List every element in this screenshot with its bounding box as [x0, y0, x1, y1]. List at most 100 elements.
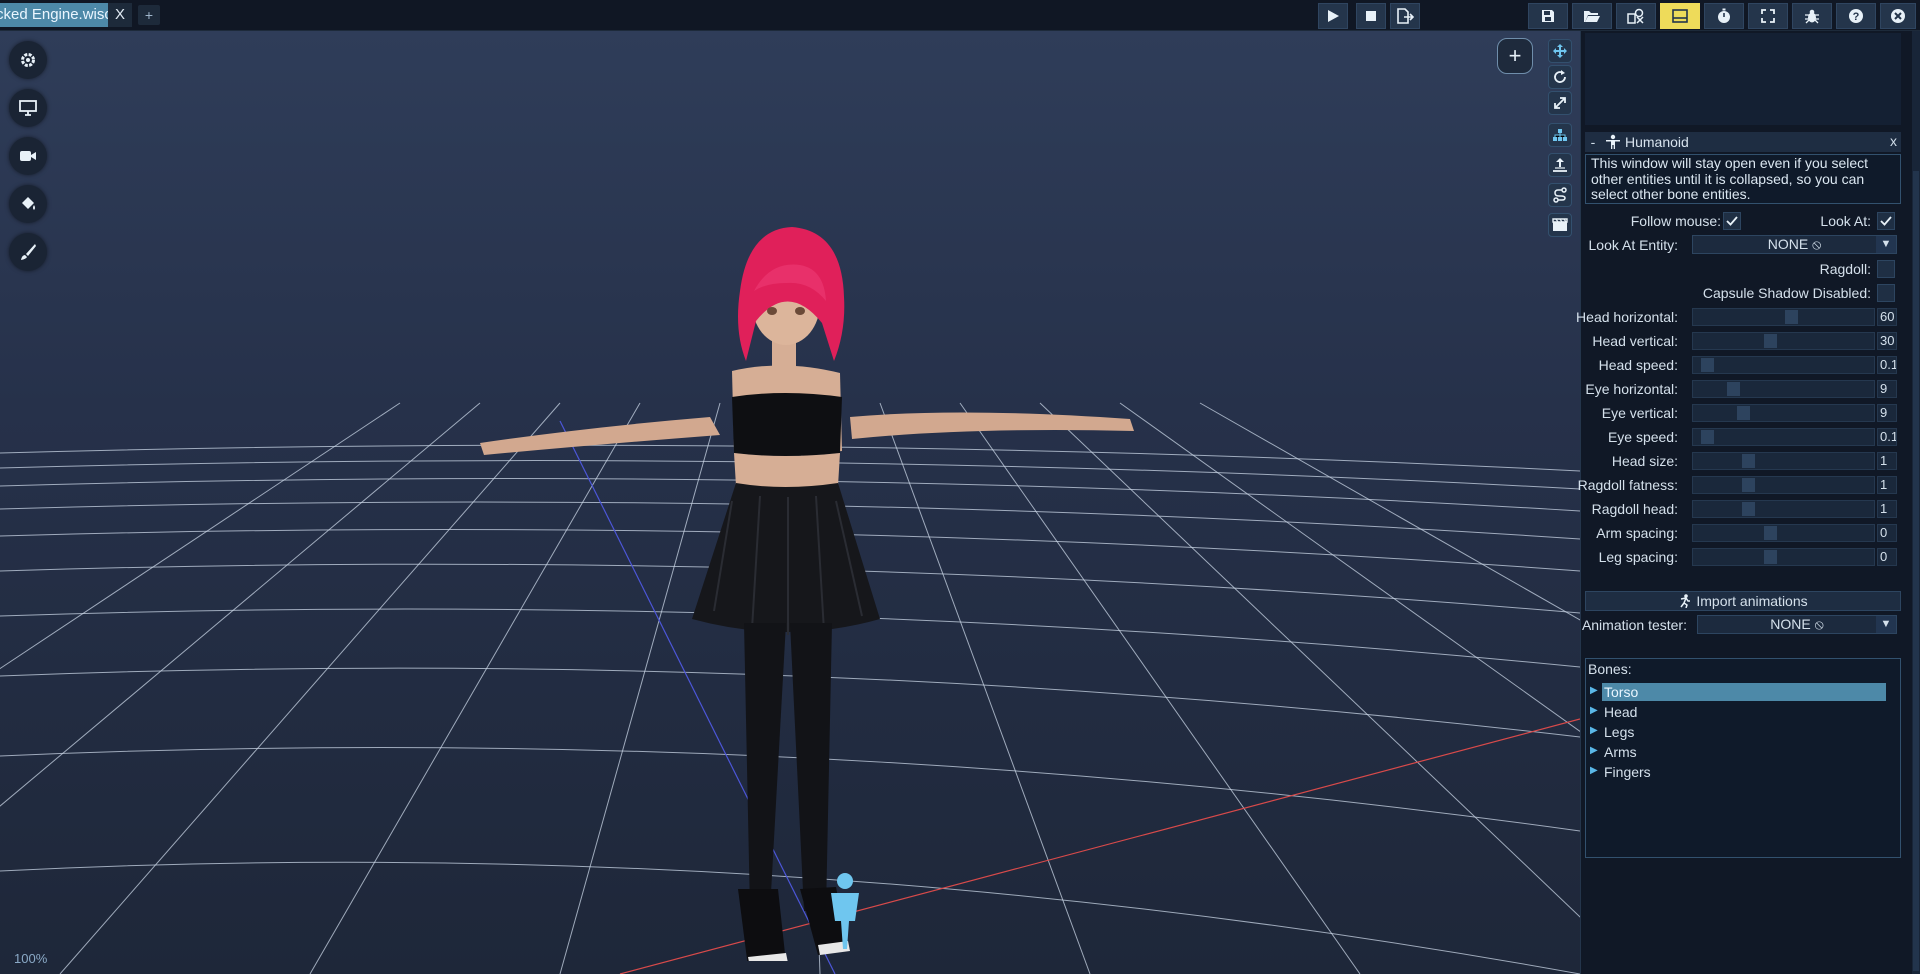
humanoid-gizmo-icon	[831, 873, 859, 949]
slider-value-input[interactable]: 0	[1877, 548, 1897, 566]
slider-track[interactable]	[1692, 428, 1875, 446]
slider-label: Arm spacing:	[1596, 525, 1678, 541]
scene-tab[interactable]: cked Engine.wiscene	[0, 3, 108, 27]
help-button[interactable]: ?	[1836, 3, 1876, 29]
panel-scrollbar-thumb[interactable]	[1913, 171, 1919, 971]
slider-value-input[interactable]: 1	[1877, 452, 1897, 470]
camera-button[interactable]	[9, 137, 47, 175]
slider-row: Arm spacing: 0	[1581, 523, 1901, 543]
slider-row: Head size: 1	[1581, 451, 1901, 471]
open-button[interactable]	[1572, 3, 1612, 29]
slider-value-input[interactable]: 1	[1877, 476, 1897, 494]
translate-tool-button[interactable]	[1548, 39, 1572, 63]
save-button[interactable]	[1528, 3, 1568, 29]
paint-bucket-icon	[22, 197, 35, 210]
look-at-entity-dropdown[interactable]: NONE ⦸ ▼	[1692, 235, 1897, 254]
slider-label: Eye speed:	[1607, 429, 1678, 445]
slider-value-input[interactable]: 9	[1877, 380, 1897, 398]
slider-track[interactable]	[1692, 476, 1875, 494]
dummy-tool-button[interactable]	[1548, 153, 1572, 177]
slider-handle[interactable]	[1742, 502, 1755, 516]
film-tool-button[interactable]	[1548, 213, 1572, 237]
slider-handle[interactable]	[1727, 382, 1740, 396]
export-button[interactable]	[1390, 3, 1420, 29]
bone-tree-item[interactable]: ▶ Head	[1588, 703, 1888, 721]
panel-scrollbar[interactable]	[1912, 31, 1920, 974]
slider-track[interactable]	[1692, 380, 1875, 398]
slider-value-input[interactable]: 0.1	[1877, 428, 1897, 446]
capsule-shadow-checkbox[interactable]	[1877, 284, 1895, 302]
look-at-checkbox[interactable]	[1877, 212, 1895, 230]
bone-tree-item[interactable]: ▶ Torso	[1588, 683, 1888, 701]
bone-tree-item[interactable]: ▶ Fingers	[1588, 763, 1888, 781]
play-button[interactable]	[1318, 3, 1348, 29]
stop-button[interactable]	[1356, 3, 1386, 29]
collapse-toggle[interactable]: -	[1585, 134, 1601, 150]
rotate-tool-button[interactable]	[1548, 65, 1572, 89]
expand-triangle-icon[interactable]: ▶	[1590, 702, 1598, 720]
slider-track[interactable]	[1692, 452, 1875, 470]
slider-value-input[interactable]: 1	[1877, 500, 1897, 518]
hierarchy-tool-button[interactable]	[1548, 123, 1572, 147]
close-icon	[1891, 9, 1905, 23]
humanoid-icon	[1606, 134, 1620, 149]
ragdoll-checkbox[interactable]	[1877, 260, 1895, 278]
bone-label: Legs	[1604, 724, 1635, 740]
import-animations-button[interactable]: Import animations	[1585, 591, 1901, 611]
slider-value-input[interactable]: 9	[1877, 404, 1897, 422]
slider-track[interactable]	[1692, 308, 1875, 326]
humanoid-window-header[interactable]: - Humanoid x	[1585, 132, 1901, 152]
layout-button[interactable]	[1660, 3, 1700, 29]
follow-mouse-checkbox[interactable]	[1723, 212, 1741, 230]
slider-track[interactable]	[1692, 524, 1875, 542]
slider-value-input[interactable]: 0	[1877, 524, 1897, 542]
new-tab-button[interactable]: +	[138, 5, 160, 25]
slider-handle[interactable]	[1737, 406, 1750, 420]
expand-triangle-icon[interactable]: ▶	[1590, 682, 1598, 700]
slider-track[interactable]	[1692, 332, 1875, 350]
paint-bucket-button[interactable]	[9, 185, 47, 223]
help-icon: ?	[1849, 9, 1863, 23]
slider-handle[interactable]	[1764, 334, 1777, 348]
fullscreen-button[interactable]	[1748, 3, 1788, 29]
animation-tester-dropdown[interactable]: NONE ⦸ ▼	[1697, 615, 1897, 634]
scale-tool-button[interactable]	[1548, 91, 1572, 115]
display-button[interactable]	[9, 89, 47, 127]
slider-track[interactable]	[1692, 356, 1875, 374]
bone-tree-item[interactable]: ▶ Arms	[1588, 743, 1888, 761]
slider-handle[interactable]	[1764, 526, 1777, 540]
scene-viewport[interactable]: + 100%	[0, 31, 1580, 974]
slider-value-input[interactable]: 0.1	[1877, 356, 1897, 374]
slider-track[interactable]	[1692, 548, 1875, 566]
slider-track[interactable]	[1692, 404, 1875, 422]
layout-icon	[1672, 9, 1688, 23]
slider-handle[interactable]	[1701, 358, 1714, 372]
camera-icon	[20, 151, 36, 161]
profiler-icon	[1718, 8, 1730, 23]
bug-button[interactable]	[1792, 3, 1832, 29]
slider-track[interactable]	[1692, 500, 1875, 518]
navigate-tool-button[interactable]	[1548, 183, 1572, 207]
humanoid-close-button[interactable]: x	[1890, 133, 1897, 149]
slider-handle[interactable]	[1742, 454, 1755, 468]
slider-value-input[interactable]: 60	[1877, 308, 1897, 326]
add-entity-button[interactable]: +	[1497, 38, 1533, 74]
slider-label: Eye vertical:	[1601, 405, 1678, 421]
follow-mouse-row: Follow mouse: Look At:	[1581, 211, 1901, 231]
profiler-button[interactable]	[1704, 3, 1744, 29]
look-at-label: Look At:	[1820, 213, 1871, 229]
expand-triangle-icon[interactable]: ▶	[1590, 742, 1598, 760]
slider-handle[interactable]	[1701, 430, 1714, 444]
brush-button[interactable]	[9, 233, 47, 271]
slider-handle[interactable]	[1764, 550, 1777, 564]
slider-handle[interactable]	[1785, 310, 1798, 324]
bone-tree-item[interactable]: ▶ Legs	[1588, 723, 1888, 741]
slider-handle[interactable]	[1742, 478, 1755, 492]
slider-value-input[interactable]: 30	[1877, 332, 1897, 350]
settings-button[interactable]	[9, 41, 47, 79]
exit-button[interactable]	[1880, 3, 1916, 29]
expand-triangle-icon[interactable]: ▶	[1590, 722, 1598, 740]
tab-close-button[interactable]: X	[108, 3, 132, 27]
content-browser-button[interactable]	[1616, 3, 1656, 29]
expand-triangle-icon[interactable]: ▶	[1590, 762, 1598, 780]
